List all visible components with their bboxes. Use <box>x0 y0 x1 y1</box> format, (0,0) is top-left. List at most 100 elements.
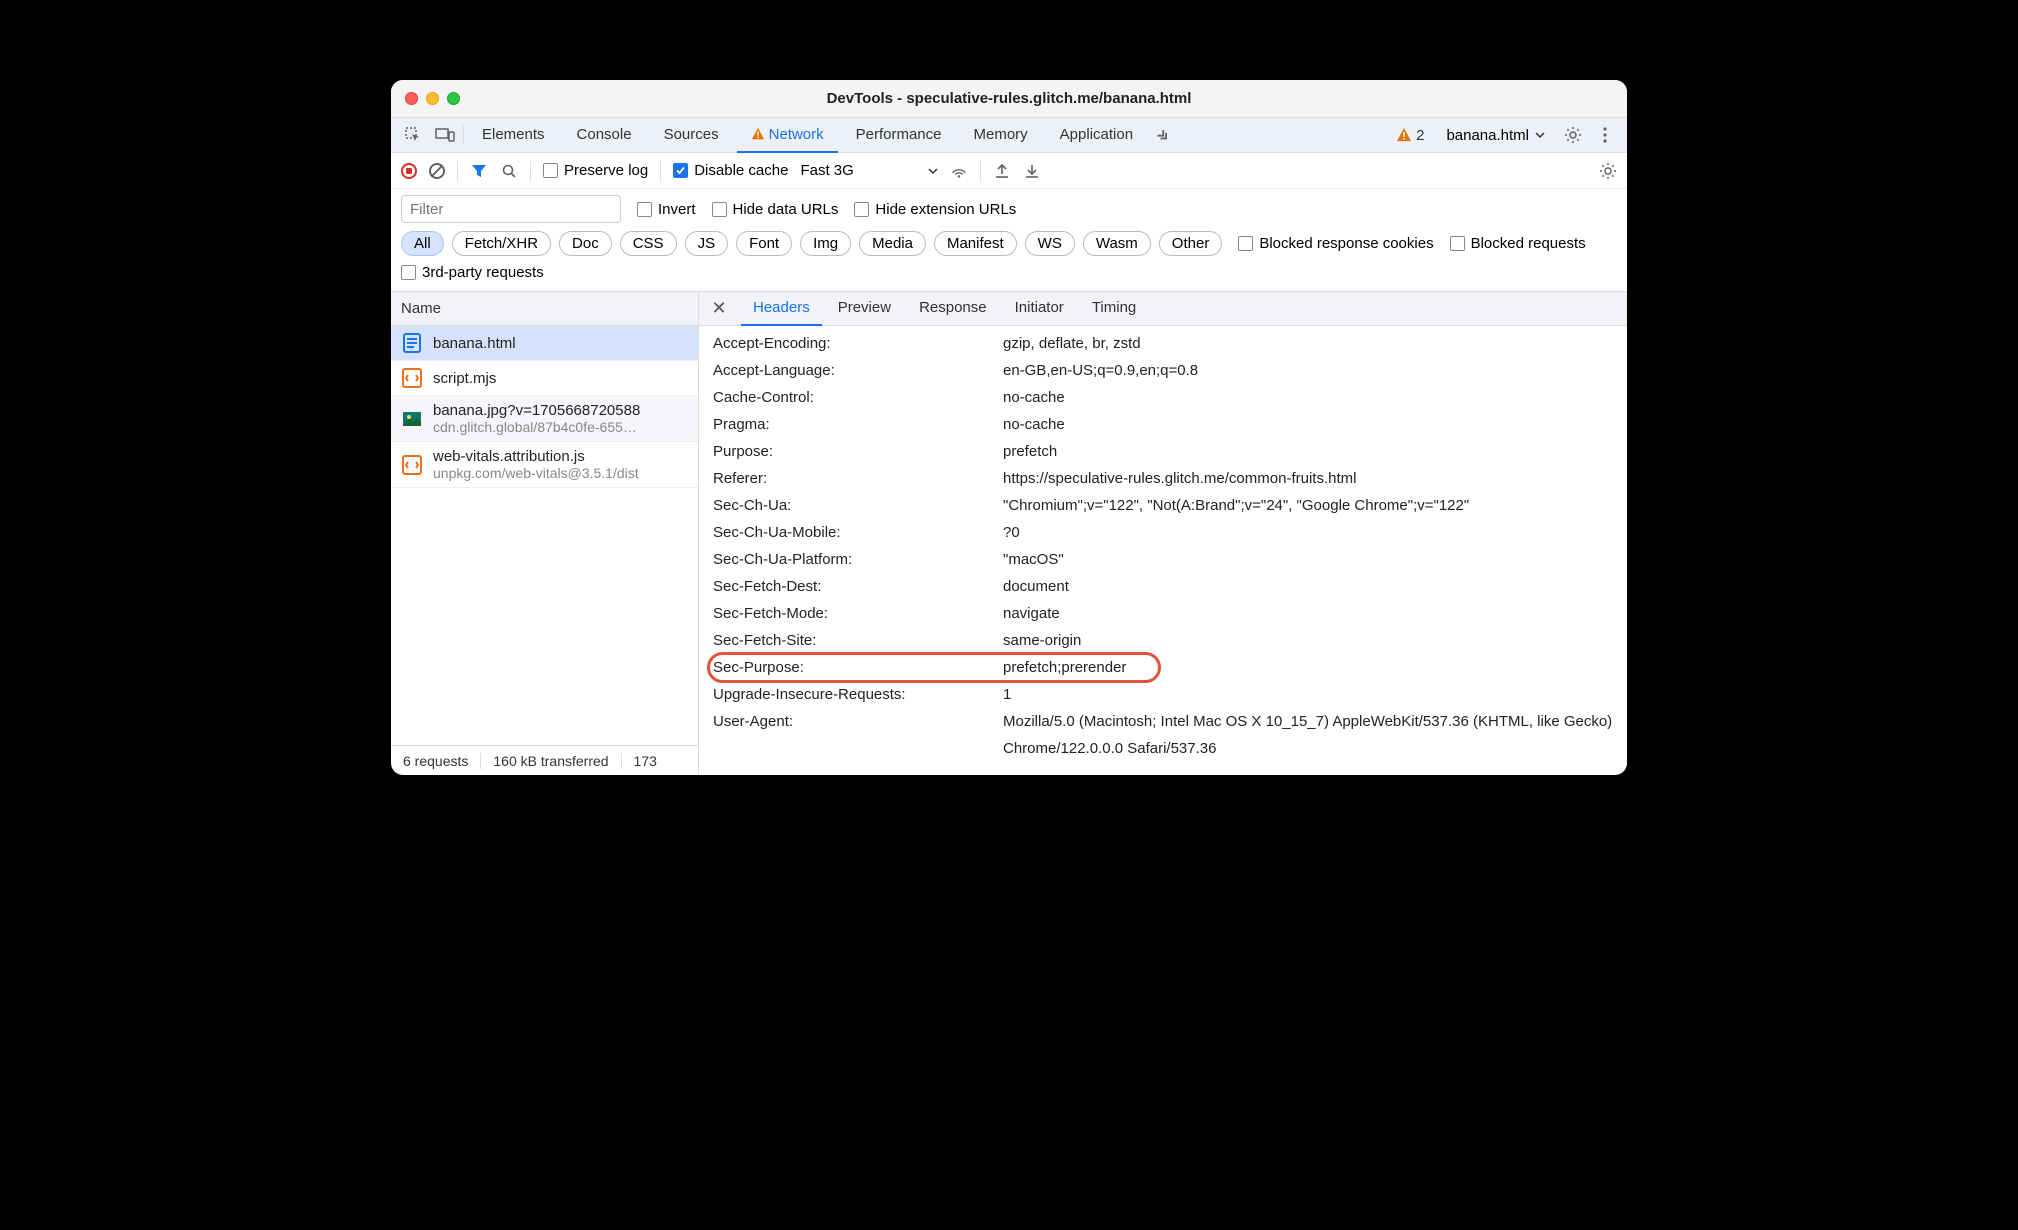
tab-elements[interactable]: Elements <box>468 118 559 153</box>
header-value: en-GB,en-US;q=0.9,en;q=0.8 <box>1003 357 1613 384</box>
type-pill-all[interactable]: All <box>401 231 444 256</box>
type-pill-js[interactable]: JS <box>685 231 729 256</box>
tab-performance[interactable]: Performance <box>842 118 956 153</box>
blocked-requests-label: Blocked requests <box>1471 235 1586 252</box>
header-value: ?0 <box>1003 519 1613 546</box>
detail-tabs: ✕ HeadersPreviewResponseInitiatorTiming <box>699 292 1627 326</box>
tab-network[interactable]: Network <box>737 118 838 153</box>
hide-data-urls-checkbox[interactable]: Hide data URLs <box>712 201 839 218</box>
issues-counter[interactable]: 2 <box>1388 127 1432 144</box>
more-tabs-icon[interactable] <box>1151 121 1179 149</box>
close-details-button[interactable]: ✕ <box>707 297 731 321</box>
kebab-menu-icon[interactable] <box>1591 121 1619 149</box>
network-conditions-icon[interactable] <box>950 162 968 180</box>
close-window-button[interactable] <box>405 92 418 105</box>
clear-button[interactable] <box>429 163 445 179</box>
third-party-checkbox[interactable]: 3rd-party requests <box>401 264 1617 281</box>
tab-memory[interactable]: Memory <box>960 118 1042 153</box>
header-row: Sec-Fetch-Dest:document <box>713 573 1613 600</box>
type-pill-doc[interactable]: Doc <box>559 231 612 256</box>
type-pill-media[interactable]: Media <box>859 231 926 256</box>
type-pill-fetchxhr[interactable]: Fetch/XHR <box>452 231 551 256</box>
blocked-cookies-checkbox[interactable]: Blocked response cookies <box>1238 235 1433 252</box>
headers-list: Accept-Encoding:gzip, deflate, br, zstdA… <box>699 326 1627 775</box>
resources-size: 173 <box>622 753 669 769</box>
header-name: Pragma: <box>713 411 1003 438</box>
resource-doc-icon <box>401 332 423 354</box>
header-value: "Chromium";v="122", "Not(A:Brand";v="24"… <box>1003 492 1613 519</box>
context-label: banana.html <box>1446 127 1529 144</box>
context-selector[interactable]: banana.html <box>1436 127 1555 144</box>
request-rows: banana.htmlscript.mjsbanana.jpg?v=170566… <box>391 326 698 745</box>
chevron-down-icon <box>1535 130 1545 140</box>
zoom-window-button[interactable] <box>447 92 460 105</box>
status-bar: 6 requests 160 kB transferred 173 <box>391 745 698 775</box>
request-row[interactable]: banana.html <box>391 326 698 361</box>
resource-img-icon <box>401 408 423 430</box>
checkbox-icon <box>1238 236 1253 251</box>
throttling-select[interactable]: Fast 3G <box>800 162 853 179</box>
hide-extension-urls-checkbox[interactable]: Hide extension URLs <box>854 201 1016 218</box>
header-value: "macOS" <box>1003 546 1613 573</box>
checkbox-icon <box>637 202 652 217</box>
name-column-header[interactable]: Name <box>391 292 698 326</box>
header-value: 1 <box>1003 681 1613 708</box>
search-icon[interactable] <box>500 162 518 180</box>
detail-tab-preview[interactable]: Preview <box>826 292 903 326</box>
header-value: same-origin <box>1003 627 1613 654</box>
panel-tabs: ElementsConsoleSourcesNetworkPerformance… <box>391 118 1627 153</box>
type-pill-wasm[interactable]: Wasm <box>1083 231 1151 256</box>
type-pill-other[interactable]: Other <box>1159 231 1223 256</box>
network-settings-icon[interactable] <box>1599 162 1617 180</box>
type-pill-css[interactable]: CSS <box>620 231 677 256</box>
header-row: Purpose:prefetch <box>713 438 1613 465</box>
preserve-log-checkbox[interactable]: Preserve log <box>543 162 648 179</box>
detail-tab-response[interactable]: Response <box>907 292 999 326</box>
request-row[interactable]: banana.jpg?v=1705668720588cdn.glitch.glo… <box>391 396 698 442</box>
warning-icon <box>1396 127 1412 143</box>
header-row: Sec-Purpose:prefetch;prerender <box>713 654 1613 681</box>
detail-tab-timing[interactable]: Timing <box>1080 292 1148 326</box>
import-har-icon[interactable] <box>1023 162 1041 180</box>
type-pill-img[interactable]: Img <box>800 231 851 256</box>
header-name: User-Agent: <box>713 708 1003 762</box>
network-content: Name banana.htmlscript.mjsbanana.jpg?v=1… <box>391 292 1627 775</box>
record-button[interactable] <box>401 163 417 179</box>
header-name: Sec-Fetch-Mode: <box>713 600 1003 627</box>
filter-input[interactable] <box>401 195 621 223</box>
header-value: prefetch <box>1003 438 1613 465</box>
header-row: User-Agent:Mozilla/5.0 (Macintosh; Intel… <box>713 708 1613 762</box>
settings-icon[interactable] <box>1559 121 1587 149</box>
checkbox-icon <box>854 202 869 217</box>
blocked-requests-checkbox[interactable]: Blocked requests <box>1450 235 1586 252</box>
disable-cache-label: Disable cache <box>694 162 788 179</box>
request-name: web-vitals.attribution.js <box>433 448 639 465</box>
detail-tab-initiator[interactable]: Initiator <box>1003 292 1076 326</box>
minimize-window-button[interactable] <box>426 92 439 105</box>
request-domain: cdn.glitch.global/87b4c0fe-655… <box>433 419 640 435</box>
type-pill-ws[interactable]: WS <box>1025 231 1075 256</box>
export-har-icon[interactable] <box>993 162 1011 180</box>
detail-tab-headers[interactable]: Headers <box>741 292 822 326</box>
header-name: Sec-Ch-Ua-Platform: <box>713 546 1003 573</box>
invert-checkbox[interactable]: Invert <box>637 201 696 218</box>
tab-sources[interactable]: Sources <box>650 118 733 153</box>
header-value: navigate <box>1003 600 1613 627</box>
third-party-label: 3rd-party requests <box>422 264 544 281</box>
disable-cache-checkbox[interactable]: Disable cache <box>673 162 788 179</box>
throttling-label: Fast 3G <box>800 162 853 179</box>
type-pill-manifest[interactable]: Manifest <box>934 231 1017 256</box>
filter-icon[interactable] <box>470 162 488 180</box>
tab-console[interactable]: Console <box>563 118 646 153</box>
separator <box>660 161 661 181</box>
inspect-icon[interactable] <box>399 121 427 149</box>
request-row[interactable]: script.mjs <box>391 361 698 396</box>
titlebar: DevTools - speculative-rules.glitch.me/b… <box>391 80 1627 118</box>
tab-application[interactable]: Application <box>1046 118 1147 153</box>
request-row[interactable]: web-vitals.attribution.jsunpkg.com/web-v… <box>391 442 698 488</box>
device-toggle-icon[interactable] <box>431 121 459 149</box>
separator <box>457 161 458 181</box>
filter-bar: Invert Hide data URLs Hide extension URL… <box>391 189 1627 223</box>
header-row: Sec-Fetch-Mode:navigate <box>713 600 1613 627</box>
type-pill-font[interactable]: Font <box>736 231 792 256</box>
